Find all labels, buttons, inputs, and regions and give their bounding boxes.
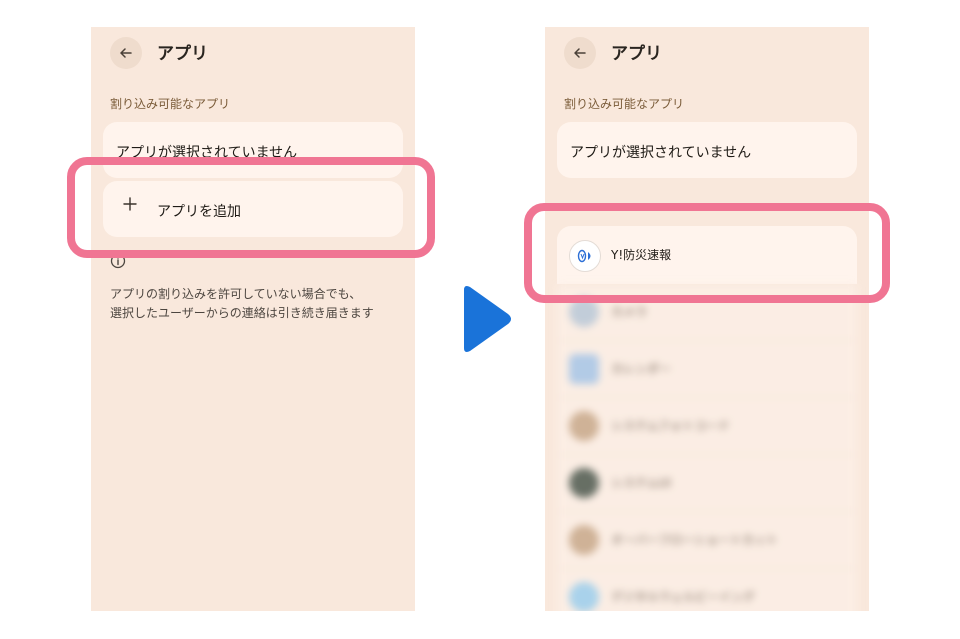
back-button[interactable]	[564, 37, 596, 69]
top-app-bar: アプリ	[545, 27, 869, 77]
arrow-left-icon	[574, 48, 586, 58]
top-app-bar: アプリ	[91, 27, 415, 77]
info-line-2: 選択したユーザーからの連絡は引き続き届きます	[110, 306, 374, 320]
calendar-app-icon	[569, 354, 599, 384]
app-name: オーバーフローショートカット	[611, 533, 778, 547]
arrow-left-icon	[120, 48, 132, 58]
settings-screen-before: アプリ 割り込み可能なアプリ アプリが選択されていません アプリを追加 アプリの…	[91, 27, 415, 611]
app-name: システムUI	[611, 476, 671, 490]
highlight-frame-add-app	[67, 157, 435, 258]
list-item[interactable]: デジタルウェルビーイング	[557, 569, 857, 611]
app-name: カレンダー	[611, 362, 672, 376]
list-item[interactable]: システムフォトコード	[557, 398, 857, 455]
play-arrow-icon	[464, 286, 511, 352]
no-apps-card: アプリが選択されていません	[557, 122, 857, 178]
list-item[interactable]: カレンダー	[557, 341, 857, 398]
section-label: 割り込み可能なアプリ	[564, 97, 685, 111]
overflow-app-icon	[569, 525, 599, 555]
info-line-1: アプリの割り込みを許可していない場合でも、	[110, 287, 362, 301]
page-title: アプリ	[157, 44, 208, 64]
section-label: 割り込み可能なアプリ	[110, 97, 231, 111]
info-description: アプリの割り込みを許可していない場合でも、 選択したユーザーからの連絡は引き続き…	[110, 285, 410, 323]
back-button[interactable]	[110, 37, 142, 69]
app-name: システムフォトコード	[611, 419, 730, 433]
list-item[interactable]: オーバーフローショートカット	[557, 512, 857, 569]
list-item[interactable]: システムUI	[557, 455, 857, 512]
settings-screen-after: アプリ 割り込み可能なアプリ アプリが選択されていません Y!防災速報 カメラ …	[545, 27, 869, 611]
highlight-frame-selected-app	[524, 203, 890, 303]
no-apps-text: アプリが選択されていません	[570, 145, 752, 161]
system-ui-app-icon	[569, 468, 599, 498]
app-name: カメラ	[611, 305, 648, 319]
system-app-icon	[569, 411, 599, 441]
app-name: デジタルウェルビーイング	[611, 590, 755, 604]
page-title: アプリ	[611, 44, 662, 64]
wellbeing-app-icon	[569, 582, 599, 611]
